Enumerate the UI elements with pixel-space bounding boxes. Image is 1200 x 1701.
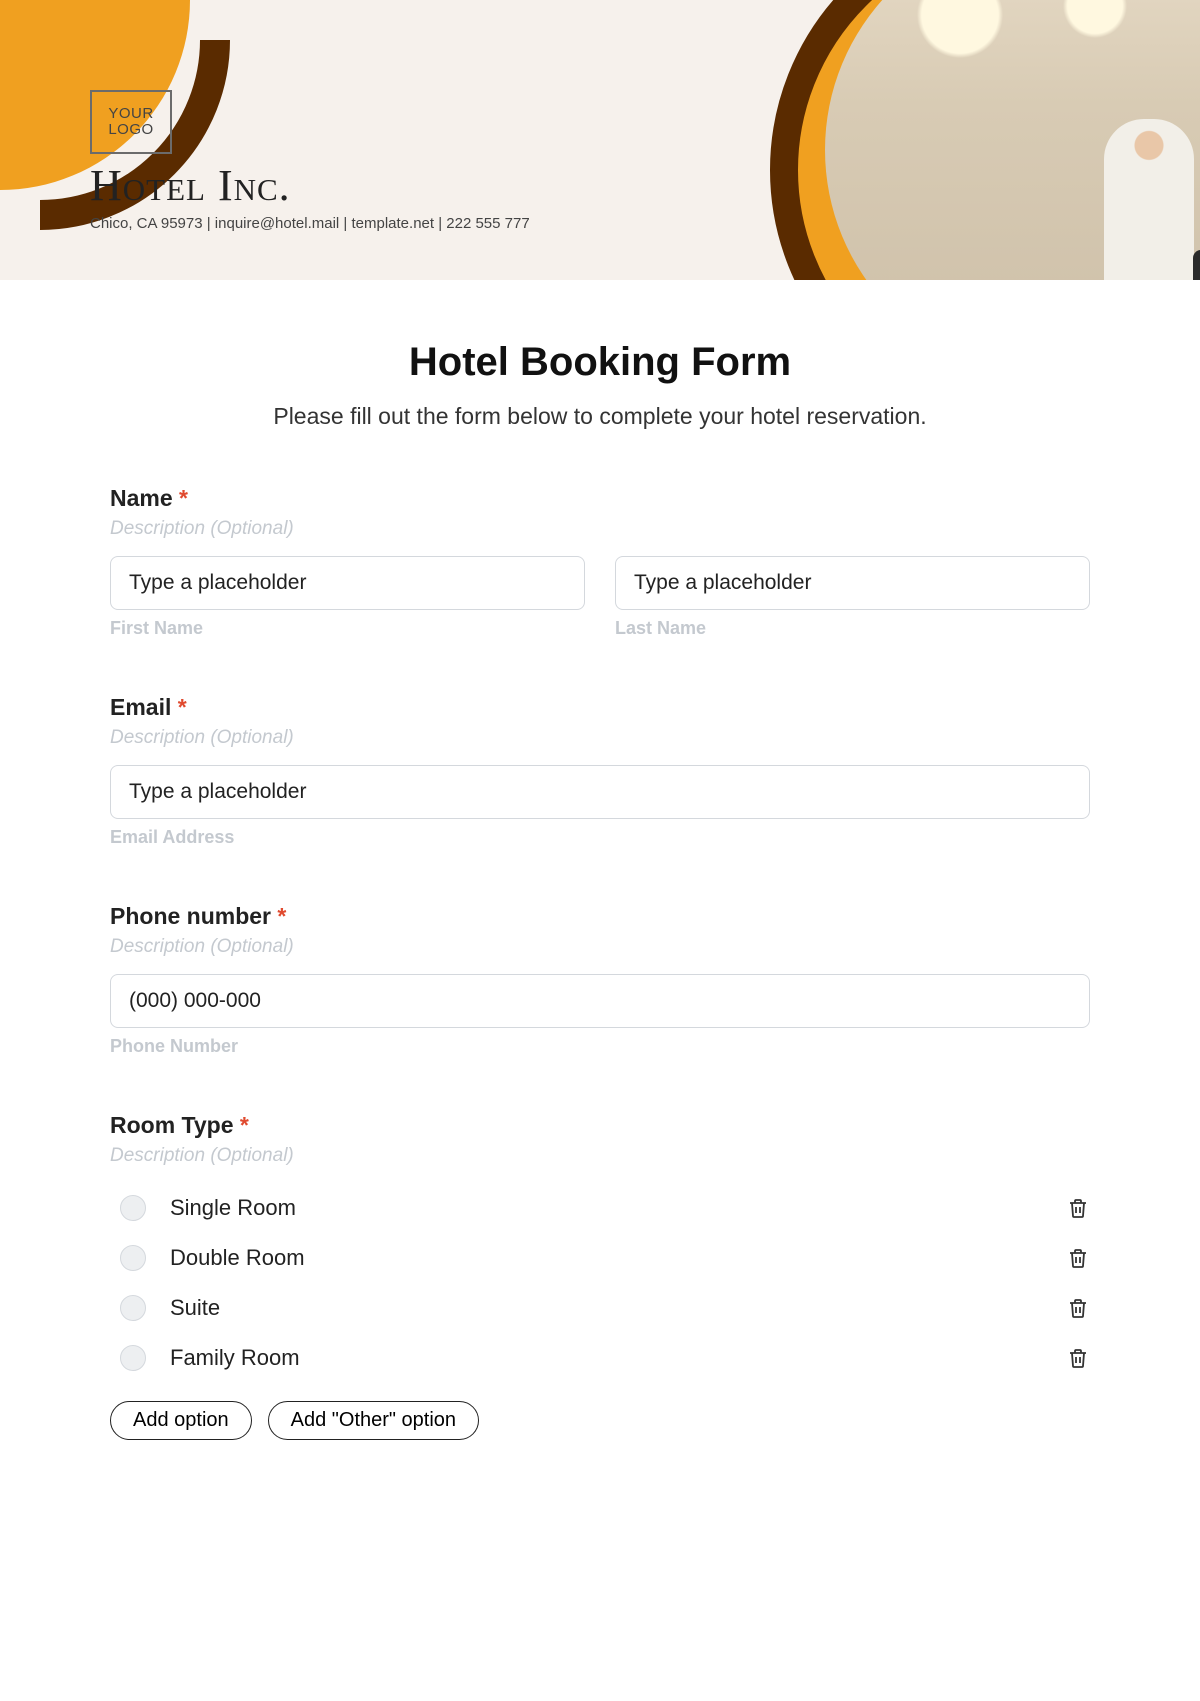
hero-image xyxy=(825,0,1200,280)
required-asterisk: * xyxy=(178,694,187,720)
phone-label: Phone number * xyxy=(110,903,1090,930)
trash-icon[interactable] xyxy=(1066,1196,1090,1220)
radio-icon[interactable] xyxy=(120,1245,146,1271)
room-option[interactable]: Single Room xyxy=(110,1183,1090,1233)
room-option[interactable]: Family Room xyxy=(110,1333,1090,1383)
required-asterisk: * xyxy=(240,1112,249,1138)
company-name: Hotel Inc. xyxy=(90,160,530,211)
header-banner: YOUR LOGO Hotel Inc. Chico, CA 95973 | i… xyxy=(0,0,1200,280)
room-option-label[interactable]: Suite xyxy=(170,1295,1066,1321)
room-option-label[interactable]: Family Room xyxy=(170,1345,1066,1371)
email-sublabel: Email Address xyxy=(110,827,1090,848)
form-container: Hotel Booking Form Please fill out the f… xyxy=(0,280,1200,1520)
name-description[interactable]: Description (Optional) xyxy=(110,518,1090,540)
logo-placeholder: YOUR LOGO xyxy=(90,90,172,154)
first-name-sublabel: First Name xyxy=(110,618,585,639)
last-name-sublabel: Last Name xyxy=(615,618,1090,639)
email-label: Email * xyxy=(110,694,1090,721)
phone-description[interactable]: Description (Optional) xyxy=(110,936,1090,958)
room-option[interactable]: Suite xyxy=(110,1283,1090,1333)
name-label: Name * xyxy=(110,485,1090,512)
first-name-input[interactable] xyxy=(110,556,585,610)
room-label: Room Type * xyxy=(110,1112,1090,1139)
radio-icon[interactable] xyxy=(120,1295,146,1321)
required-asterisk: * xyxy=(179,485,188,511)
radio-icon[interactable] xyxy=(120,1195,146,1221)
field-phone: Phone number * Description (Optional) Ph… xyxy=(110,903,1090,1057)
trash-icon[interactable] xyxy=(1066,1346,1090,1370)
field-name: Name * Description (Optional) First Name… xyxy=(110,485,1090,639)
add-option-button[interactable]: Add option xyxy=(110,1401,252,1440)
contact-line: Chico, CA 95973 | inquire@hotel.mail | t… xyxy=(90,215,530,232)
phone-input[interactable] xyxy=(110,974,1090,1028)
phone-sublabel: Phone Number xyxy=(110,1036,1090,1057)
room-option-label[interactable]: Double Room xyxy=(170,1245,1066,1271)
room-label-text: Room Type xyxy=(110,1112,234,1138)
last-name-input[interactable] xyxy=(615,556,1090,610)
radio-icon[interactable] xyxy=(120,1345,146,1371)
add-other-option-button[interactable]: Add "Other" option xyxy=(268,1401,479,1440)
form-subtitle: Please fill out the form below to comple… xyxy=(110,403,1090,430)
email-description[interactable]: Description (Optional) xyxy=(110,727,1090,749)
field-email: Email * Description (Optional) Email Add… xyxy=(110,694,1090,848)
room-option-label[interactable]: Single Room xyxy=(170,1195,1066,1221)
phone-label-text: Phone number xyxy=(110,903,271,929)
logo-block: YOUR LOGO Hotel Inc. Chico, CA 95973 | i… xyxy=(90,90,530,232)
required-asterisk: * xyxy=(277,903,286,929)
name-label-text: Name xyxy=(110,485,173,511)
hero-image-wrap xyxy=(790,0,1200,280)
form-title: Hotel Booking Form xyxy=(110,340,1090,385)
email-input[interactable] xyxy=(110,765,1090,819)
trash-icon[interactable] xyxy=(1066,1246,1090,1270)
trash-icon[interactable] xyxy=(1066,1296,1090,1320)
room-description[interactable]: Description (Optional) xyxy=(110,1145,1090,1167)
room-option[interactable]: Double Room xyxy=(110,1233,1090,1283)
field-room-type: Room Type * Description (Optional) Singl… xyxy=(110,1112,1090,1440)
email-label-text: Email xyxy=(110,694,171,720)
